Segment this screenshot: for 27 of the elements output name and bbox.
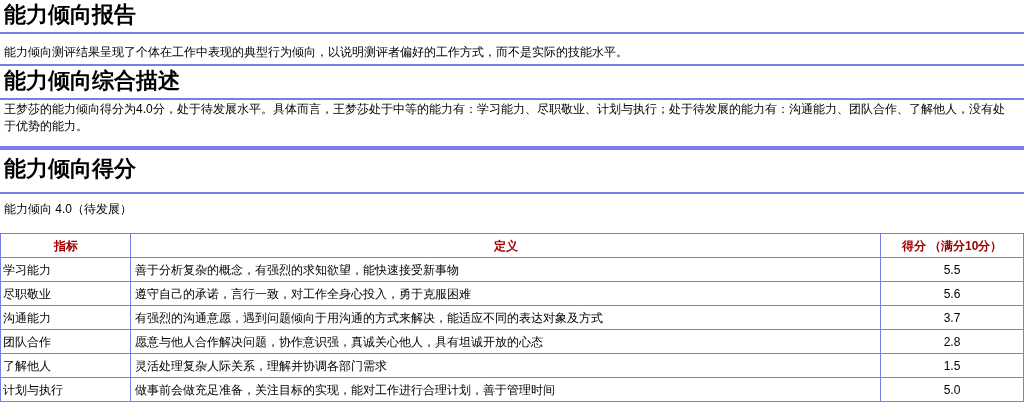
definition-cell: 善于分析复杂的概念，有强烈的求知欲望，能快速接受新事物 — [130, 257, 881, 282]
score-summary: 能力倾向 4.0（待发展） — [4, 201, 132, 218]
section-heading: 能力倾向报告 — [4, 1, 136, 29]
column-header: 定义 — [130, 233, 881, 258]
score-cell: 5.0 — [880, 377, 1024, 402]
column-header: 得分 （满分10分） — [880, 233, 1024, 258]
indicator-cell: 团队合作 — [0, 329, 131, 354]
column-header: 指标 — [0, 233, 131, 258]
section-heading: 能力倾向综合描述 — [4, 67, 180, 95]
definition-cell: 有强烈的沟通意愿，遇到问题倾向于用沟通的方式来解决，能适应不同的表达对象及方式 — [130, 305, 881, 330]
section-heading: 能力倾向得分 — [4, 155, 136, 183]
indicator-cell: 学习能力 — [0, 257, 131, 282]
paragraph: 王梦莎的能力倾向得分为4.0分，处于待发展水平。具体而言，王梦莎处于中等的能力有：学习能力、尽职敬业、计划与执行；处于待发展的能力有：沟通能力、团队合作、了解他人，没有处于优势的能力。 — [4, 101, 1006, 135]
indicator-cell: 计划与执行 — [0, 377, 131, 402]
score-cell: 5.5 — [880, 257, 1024, 282]
paragraph: 能力倾向测评结果呈现了个体在工作中表现的典型行为倾向，以说明测评者偏好的工作方式，而不是实际的技能水平。 — [4, 44, 629, 61]
score-cell: 3.7 — [880, 305, 1024, 330]
indicator-cell: 沟通能力 — [0, 305, 131, 330]
indicator-cell: 尽职敬业 — [0, 281, 131, 306]
score-cell: 1.5 — [880, 353, 1024, 378]
definition-cell: 愿意与他人合作解决问题，协作意识强，真诚关心他人，具有坦诚开放的心态 — [130, 329, 881, 354]
indicator-cell: 了解他人 — [0, 353, 131, 378]
definition-cell: 遵守自己的承诺，言行一致，对工作全身心投入，勇于克服困难 — [130, 281, 881, 306]
definition-cell: 灵活处理复杂人际关系，理解并协调各部门需求 — [130, 353, 881, 378]
score-cell: 5.6 — [880, 281, 1024, 306]
score-cell: 2.8 — [880, 329, 1024, 354]
definition-cell: 做事前会做充足准备，关注目标的实现，能对工作进行合理计划，善于管理时间 — [130, 377, 881, 402]
